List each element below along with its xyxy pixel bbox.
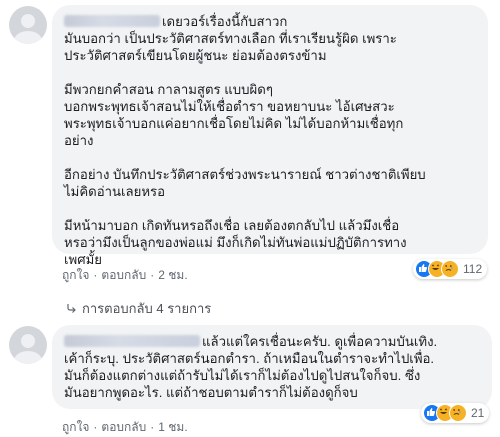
comment-paragraph: อีกอย่าง บันทึกประวัติศาสตร์ช่วงพระนาราย… — [64, 166, 476, 200]
avatar-head-shape — [21, 14, 35, 28]
comment-text-line: มันบอกว่า เป็นประวัติศาสตร์ทางเลือก ที่เ… — [64, 31, 397, 46]
comment-text-line: อีกอย่าง บันทึกประวัติศาสตร์ช่วงพระนาราย… — [64, 167, 426, 182]
comment-text: แล้วแต่ใครเชื่อนะครับ. ดูเพื่อความบันเทิ… — [202, 334, 438, 349]
comment-text-line: มีพวกยกคำสอน กาลามสูตร แบบผิดๆ — [64, 82, 273, 97]
comment-text-line: มีหน้ามาบอก เกิดทันหรอถึงเชื่อ เลยต้องตก… — [64, 218, 400, 233]
separator-dot: · — [150, 268, 155, 282]
like-link[interactable]: ถูกใจ — [62, 266, 89, 285]
comment-text: เดยวอร์เรื่องนี้กับสาวก — [162, 14, 288, 29]
comment-timestamp[interactable]: 1 ชม. — [158, 418, 187, 437]
view-replies-link[interactable]: การตอบกลับ 4 รายการ — [66, 298, 211, 319]
reaction-count: 21 — [471, 406, 485, 420]
comment-text-line: ไม่คิดอ่านเลยหรอ — [64, 184, 166, 199]
separator-dot: · — [93, 420, 98, 434]
comment-bubble: แล้วแต่ใครเชื่อนะครับ. ดูเพื่อความบันเทิ… — [52, 325, 492, 409]
reaction-summary[interactable]: 21 — [421, 403, 490, 423]
reply-link[interactable]: ตอบกลับ — [101, 266, 146, 285]
comment-text-line: หรอว่ามึงเป็นลูกของพ่อแม่ มึงก็เกิดไม่ทั… — [64, 235, 407, 250]
avatar-body-shape — [14, 31, 42, 44]
separator-dot: · — [150, 420, 155, 434]
comment-actions: ถูกใจ · ตอบกลับ · 2 ชม. — [62, 266, 188, 285]
comment-bubble: เดยวอร์เรื่องนี้กับสาวก มันบอกว่า เป็นปร… — [52, 5, 488, 267]
comment-actions: ถูกใจ · ตอบกลับ · 1 ชม. — [62, 418, 188, 437]
comment-text-line: อย่าง — [64, 133, 94, 148]
reaction-count: 112 — [463, 262, 483, 276]
comment-text-line: มันอยากพูดอะไร. แต่ถ้าชอบตามตำราก็ไม่ต้อ… — [64, 385, 358, 400]
commenter-avatar[interactable] — [9, 6, 47, 44]
reply-arrow-icon — [66, 301, 76, 316]
sad-icon — [449, 404, 467, 422]
avatar-body-shape — [14, 351, 42, 364]
comment-first-line: แล้วแต่ใครเชื่อนะครับ. ดูเพื่อความบันเทิ… — [64, 333, 480, 350]
comment-paragraph: มันบอกว่า เป็นประวัติศาสตร์ทางเลือก ที่เ… — [64, 30, 476, 64]
comment-text-line: บอกพระพุทธเจ้าสอนไม่ให้เชื่อตำรา ขอหยาบน… — [64, 99, 395, 114]
comment-text-line: ประวัติศาสตร์เขียนโดยผู้ชนะ ย่อมต้องตรงข… — [64, 48, 327, 63]
author-name-redacted[interactable] — [64, 335, 200, 347]
comment-first-line: เดยวอร์เรื่องนี้กับสาวก — [64, 13, 476, 30]
comment-paragraph: มีพวกยกคำสอน กาลามสูตร แบบผิดๆ บอกพระพุท… — [64, 81, 476, 149]
avatar-head-shape — [21, 334, 35, 348]
sad-icon — [441, 260, 459, 278]
like-link[interactable]: ถูกใจ — [62, 418, 89, 437]
comment-paragraph: มีหน้ามาบอก เกิดทันหรอถึงเชื่อ เลยต้องตก… — [64, 217, 476, 268]
reply-link[interactable]: ตอบกลับ — [101, 418, 146, 437]
comment-timestamp[interactable]: 2 ชม. — [158, 266, 187, 285]
author-name-redacted[interactable] — [64, 15, 160, 27]
separator-dot: · — [93, 268, 98, 282]
replies-count-label: การตอบกลับ 4 รายการ — [82, 301, 212, 316]
commenter-avatar[interactable] — [9, 326, 47, 364]
comment-text-line: เค้าก็ระบุ. ประวัติศาสตร์นอกตำรา. ถ้าเหม… — [64, 351, 435, 366]
comment-text-line: พระพุทธเจ้าบอกแค่อยากเชื่อโดยไม่คิด ไม่ไ… — [64, 116, 404, 131]
comment-text-line: มันก็ต้องแตกต่างแต่ถ้ารับไม่ได้เราก็ไม่ต… — [64, 368, 421, 383]
reaction-summary[interactable]: 112 — [413, 259, 488, 279]
